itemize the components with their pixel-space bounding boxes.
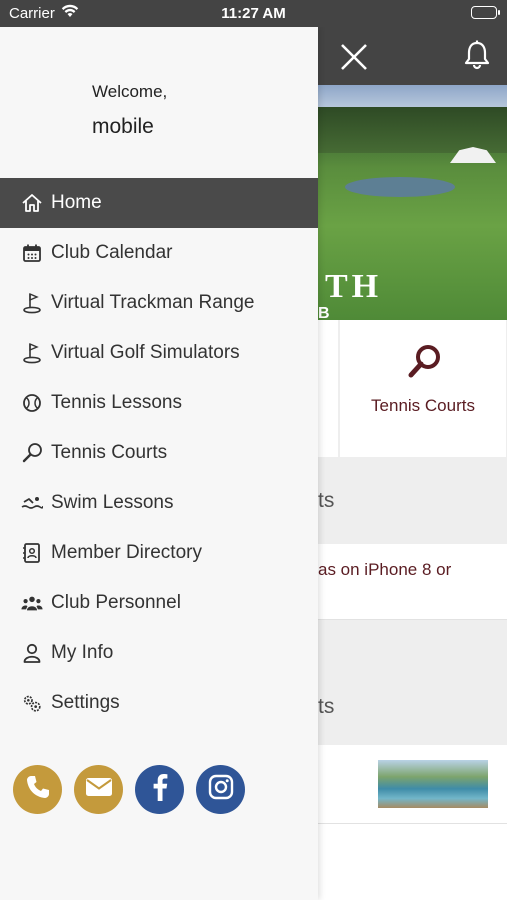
facebook-icon	[152, 773, 168, 806]
username-label: mobile	[92, 115, 154, 138]
instagram-button[interactable]	[196, 765, 245, 814]
home-icon	[21, 192, 43, 214]
gears-icon	[21, 692, 43, 714]
battery-icon	[471, 6, 500, 19]
menu-item-club-calendar[interactable]: Club Calendar	[0, 228, 318, 278]
tennis-ball-icon	[21, 392, 43, 414]
people-group-icon	[21, 592, 43, 614]
menu-item-label: Club Personnel	[51, 592, 181, 613]
hero-pond	[345, 177, 455, 197]
tennis-courts-tile-label: Tennis Courts	[371, 396, 475, 415]
menu-item-label: Home	[51, 192, 102, 213]
tennis-racket-icon	[21, 442, 43, 464]
hero-subtitle: B	[318, 305, 336, 320]
menu-item-label: Swim Lessons	[51, 492, 174, 513]
menu-item-tennis-courts[interactable]: Tennis Courts	[0, 428, 318, 478]
tennis-courts-tile[interactable]: Tennis Courts	[340, 320, 506, 457]
clock: 11:27 AM	[221, 5, 286, 22]
menu-item-label: Settings	[51, 692, 120, 713]
menu-item-label: Tennis Lessons	[51, 392, 182, 413]
phone-button[interactable]	[13, 765, 62, 814]
section-title: ts	[318, 695, 335, 718]
drawer-menu: Home Club Calendar Virtual Trackman Rang…	[0, 178, 318, 728]
menu-item-virtual-trackman-range[interactable]: Virtual Trackman Range	[0, 278, 318, 328]
menu-item-virtual-golf-simulators[interactable]: Virtual Golf Simulators	[0, 328, 318, 378]
envelope-icon	[85, 776, 113, 803]
status-bar: Carrier 11:27 AM	[0, 0, 507, 27]
menu-item-swim-lessons[interactable]: Swim Lessons	[0, 478, 318, 528]
welcome-label: Welcome,	[92, 82, 168, 101]
user-icon	[21, 642, 43, 664]
tennis-racket-icon	[406, 344, 442, 380]
side-drawer: Welcome, mobile Home Club Calendar Virtu…	[0, 27, 318, 900]
menu-item-club-personnel[interactable]: Club Personnel	[0, 578, 318, 628]
menu-item-label: Virtual Golf Simulators	[51, 342, 240, 363]
close-icon[interactable]	[338, 41, 370, 73]
section-title: ts	[318, 489, 335, 512]
menu-item-tennis-lessons[interactable]: Tennis Lessons	[0, 378, 318, 428]
contact-book-icon	[21, 542, 43, 564]
golf-flag-icon	[21, 342, 43, 364]
menu-item-home[interactable]: Home	[0, 178, 318, 228]
menu-item-member-directory[interactable]: Member Directory	[0, 528, 318, 578]
phone-icon	[25, 774, 51, 805]
menu-item-label: Tennis Courts	[51, 442, 168, 463]
bell-icon[interactable]	[461, 39, 493, 71]
golf-flag-icon	[21, 292, 43, 314]
menu-item-label: Member Directory	[51, 542, 202, 563]
list-item-text: as on iPhone 8 or	[318, 560, 452, 579]
menu-item-my-info[interactable]: My Info	[0, 628, 318, 678]
menu-item-label: Club Calendar	[51, 242, 173, 263]
hero-trees	[318, 107, 507, 153]
facebook-button[interactable]	[135, 765, 184, 814]
hero-title: TH	[325, 268, 383, 305]
pool-thumbnail-image	[378, 760, 488, 808]
menu-item-settings[interactable]: Settings	[0, 678, 318, 728]
swimmer-icon	[21, 492, 43, 514]
menu-item-label: My Info	[51, 642, 114, 663]
calendar-icon	[21, 242, 43, 264]
email-button[interactable]	[74, 765, 123, 814]
social-links	[13, 765, 257, 814]
instagram-icon	[208, 774, 234, 805]
menu-item-label: Virtual Trackman Range	[51, 292, 255, 313]
